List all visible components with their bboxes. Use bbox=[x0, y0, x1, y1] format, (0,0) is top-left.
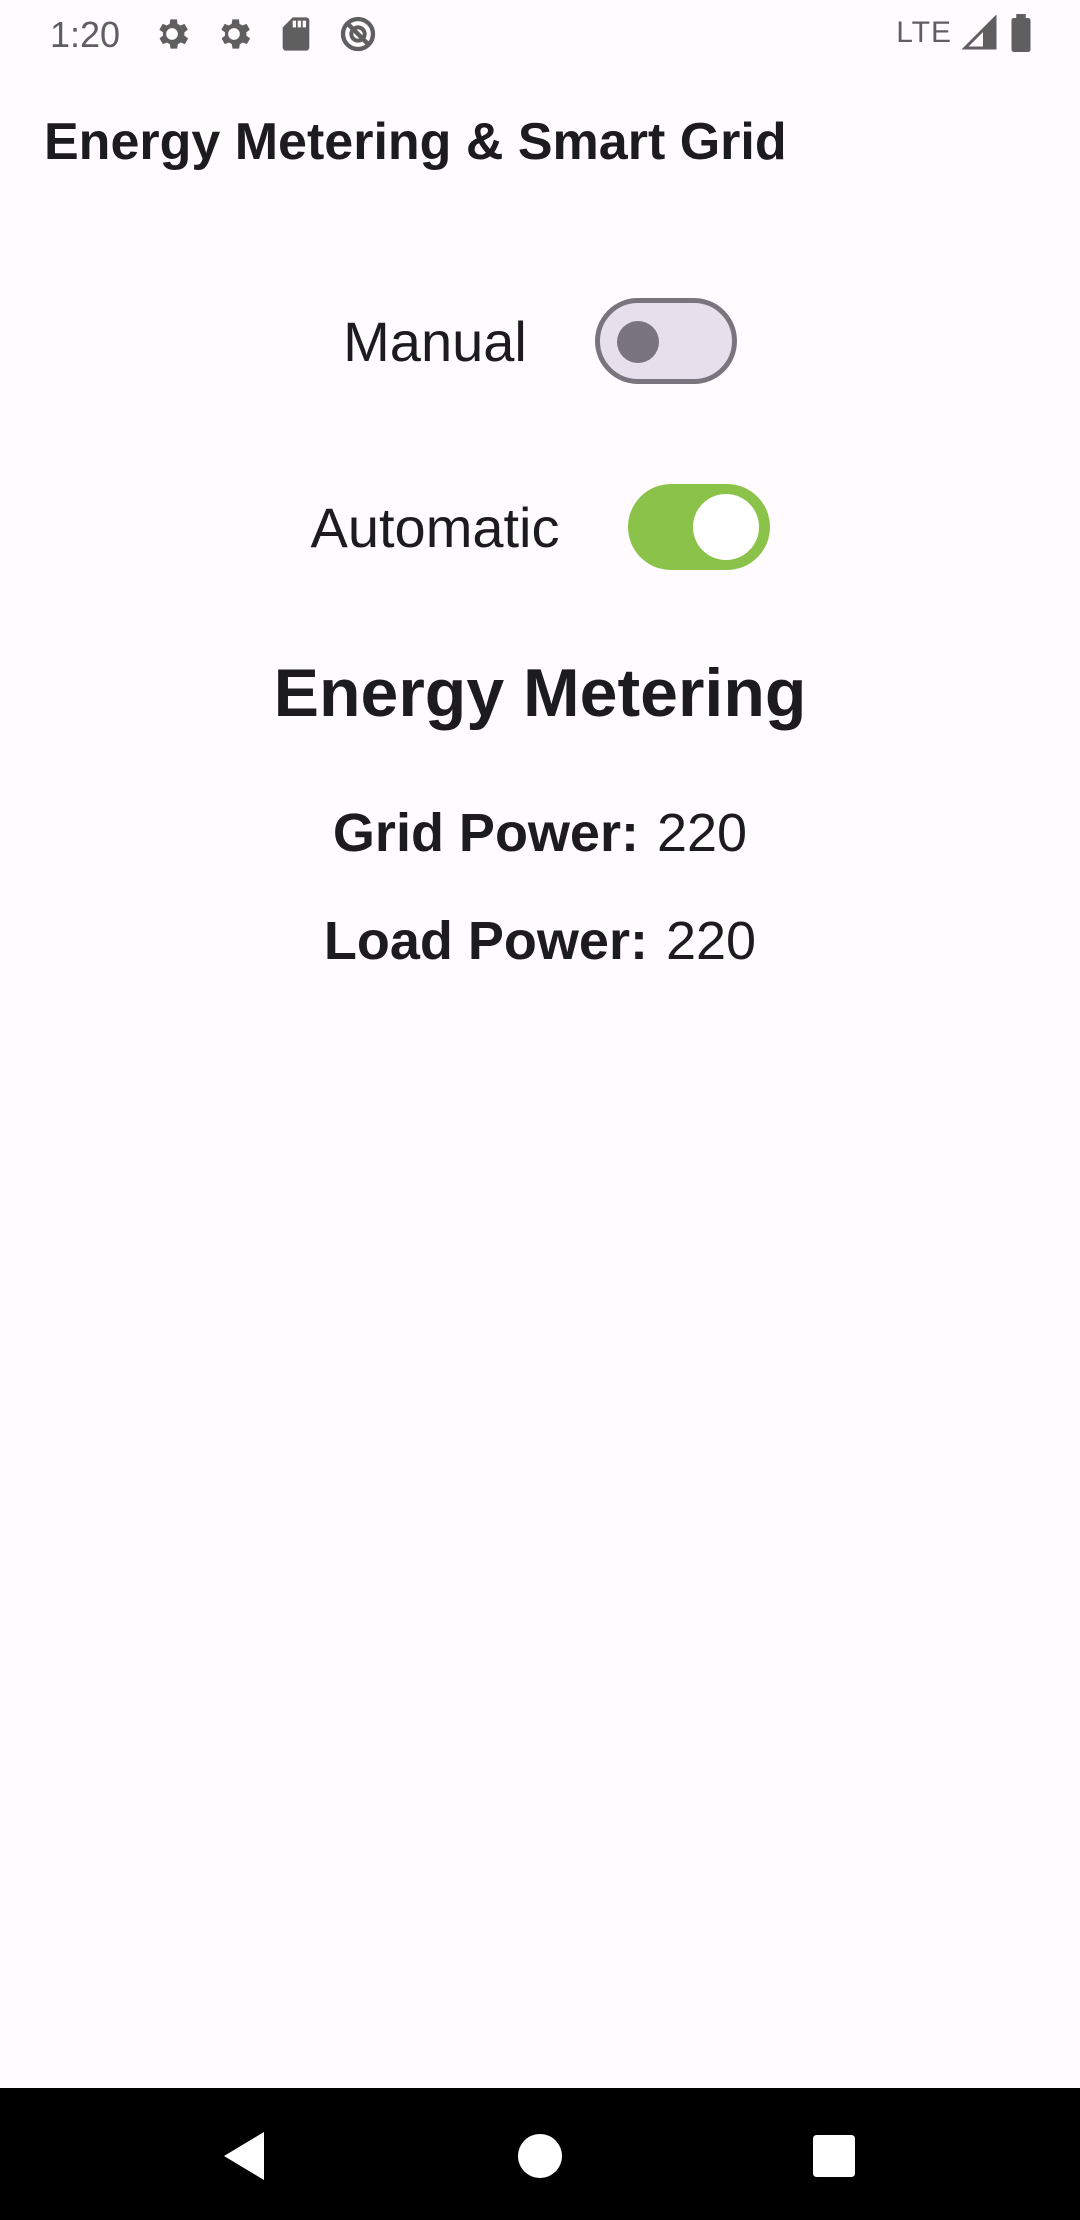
signal-icon bbox=[962, 15, 998, 51]
load-power-label: Load Power: bbox=[323, 911, 648, 971]
grid-power-label: Grid Power: bbox=[332, 803, 639, 863]
app-screen: 1:20 LTE Energy Metering & Smart Grid Ma… bbox=[0, 0, 1080, 2220]
gear-icon bbox=[214, 14, 254, 54]
recents-icon[interactable] bbox=[806, 2128, 862, 2184]
automatic-switch[interactable] bbox=[627, 484, 770, 570]
manual-switch[interactable] bbox=[594, 298, 737, 384]
notification-icons bbox=[152, 14, 378, 54]
navigation-bar bbox=[0, 2088, 1080, 2220]
gear-icon bbox=[152, 14, 192, 54]
sd-card-icon bbox=[276, 14, 316, 54]
network-type: LTE bbox=[896, 16, 952, 49]
manual-switch-thumb bbox=[616, 321, 659, 363]
automatic-mode-row: Automatic bbox=[0, 482, 1080, 572]
manual-label: Manual bbox=[343, 309, 527, 373]
load-power-value: 220 bbox=[665, 911, 757, 971]
automatic-label: Automatic bbox=[310, 495, 560, 559]
battery-icon bbox=[1008, 14, 1034, 52]
no-sync-icon bbox=[338, 14, 378, 54]
automatic-switch-thumb bbox=[692, 494, 759, 560]
app-title: Energy Metering & Smart Grid bbox=[44, 113, 787, 171]
back-icon[interactable] bbox=[216, 2128, 272, 2184]
grid-power-value: 220 bbox=[656, 803, 748, 863]
status-bar: 1:20 LTE bbox=[0, 0, 1080, 66]
system-status: LTE bbox=[896, 14, 1034, 52]
status-time: 1:20 bbox=[50, 14, 121, 55]
grid-power-row: Grid Power: 220 bbox=[0, 802, 1080, 864]
home-icon[interactable] bbox=[512, 2128, 568, 2184]
energy-metering-heading: Energy Metering bbox=[273, 655, 807, 731]
manual-mode-row: Manual bbox=[0, 296, 1080, 386]
load-power-row: Load Power: 220 bbox=[0, 910, 1080, 972]
